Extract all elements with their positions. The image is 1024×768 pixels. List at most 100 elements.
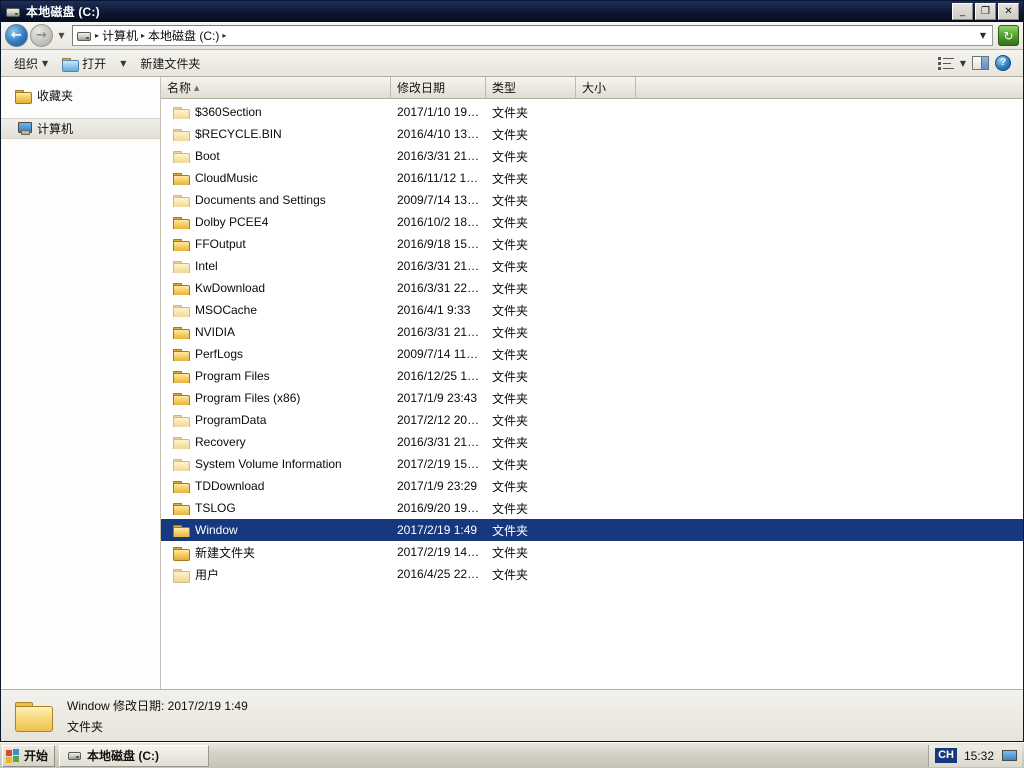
monitor-icon[interactable]	[1001, 750, 1016, 762]
file-type-cell: 文件夹	[486, 280, 576, 297]
file-name-label: PerfLogs	[195, 347, 243, 361]
minimize-button[interactable]: _	[952, 3, 973, 20]
chevron-right-icon[interactable]: ▸	[222, 31, 226, 40]
file-type-cell: 文件夹	[486, 412, 576, 429]
file-type-cell: 文件夹	[486, 544, 576, 561]
file-date-cell: 2016/12/25 1…	[391, 369, 486, 383]
file-name-cell: Window	[161, 523, 391, 537]
file-list[interactable]: $360Section2017/1/10 19…文件夹$RECYCLE.BIN2…	[161, 99, 1023, 689]
table-row[interactable]: KwDownload2016/3/31 22…文件夹	[161, 277, 1023, 299]
column-header-name[interactable]: 名称 ▲	[161, 77, 391, 98]
table-row[interactable]: CloudMusic2016/11/12 1…文件夹	[161, 167, 1023, 189]
table-row[interactable]: NVIDIA2016/3/31 21…文件夹	[161, 321, 1023, 343]
file-date-cell: 2016/4/1 9:33	[391, 303, 486, 317]
back-button[interactable]: ←	[5, 24, 28, 47]
file-name-cell: Program Files	[161, 369, 391, 383]
close-button[interactable]: ✕	[998, 3, 1019, 20]
drive-icon	[76, 28, 92, 44]
table-row[interactable]: Boot2016/3/31 21…文件夹	[161, 145, 1023, 167]
file-type-cell: 文件夹	[486, 236, 576, 253]
open-button[interactable]: 打开	[55, 53, 113, 74]
new-folder-button[interactable]: 新建文件夹	[133, 53, 207, 74]
file-date-cell: 2016/4/10 13…	[391, 127, 486, 141]
folder-icon	[173, 304, 189, 317]
organize-button[interactable]: 组织 ▼	[7, 53, 55, 74]
file-name-label: CloudMusic	[195, 171, 258, 185]
table-row[interactable]: ProgramData2017/2/12 20…文件夹	[161, 409, 1023, 431]
file-name-cell: TSLOG	[161, 501, 391, 515]
history-dropdown-icon[interactable]: ▼	[55, 31, 68, 40]
file-name-cell: Documents and Settings	[161, 193, 391, 207]
explorer-window: 本地磁盘 (C:) _ ❐ ✕ ← → ▼ ▸ 计算机 ▸ 本地磁盘 (C:) …	[0, 0, 1024, 742]
preview-pane-icon[interactable]	[972, 56, 989, 70]
chevron-right-icon[interactable]: ▸	[141, 31, 145, 40]
file-name-cell: Recovery	[161, 435, 391, 449]
file-date-cell: 2016/10/2 18…	[391, 215, 486, 229]
taskbar-item-label: 本地磁盘 (C:)	[87, 747, 159, 764]
details-secondary: 文件夹	[67, 718, 248, 735]
table-row[interactable]: $360Section2017/1/10 19…文件夹	[161, 101, 1023, 123]
sidebar-item-favorites[interactable]: 收藏夹	[1, 85, 160, 106]
clock[interactable]: 15:32	[964, 749, 994, 763]
column-header-type[interactable]: 类型	[486, 77, 576, 98]
taskbar-item-explorer[interactable]: 本地磁盘 (C:)	[59, 745, 209, 767]
file-name-label: Window	[195, 523, 238, 537]
folder-icon	[173, 458, 189, 471]
file-name-cell: TDDownload	[161, 479, 391, 493]
details-primary: Window 修改日期: 2017/2/19 1:49	[67, 697, 248, 714]
table-row[interactable]: PerfLogs2009/7/14 11…文件夹	[161, 343, 1023, 365]
start-button[interactable]: 开始	[2, 745, 55, 767]
table-row[interactable]: Intel2016/3/31 21…文件夹	[161, 255, 1023, 277]
file-name-label: $360Section	[195, 105, 262, 119]
table-row[interactable]: MSOCache2016/4/1 9:33文件夹	[161, 299, 1023, 321]
table-row[interactable]: Window2017/2/19 1:49文件夹	[161, 519, 1023, 541]
help-icon[interactable]: ?	[995, 55, 1011, 71]
refresh-button[interactable]: ↻	[998, 25, 1019, 46]
sidebar-item-computer[interactable]: 计算机	[1, 118, 160, 139]
column-header-name-label: 名称	[167, 79, 191, 96]
table-row[interactable]: Recovery2016/3/31 21…文件夹	[161, 431, 1023, 453]
table-row[interactable]: Program Files (x86)2017/1/9 23:43文件夹	[161, 387, 1023, 409]
file-name-label: Program Files (x86)	[195, 391, 300, 405]
file-date-cell: 2017/2/19 14…	[391, 545, 486, 559]
open-dropdown[interactable]: ▼	[113, 53, 133, 74]
view-options-icon[interactable]	[938, 56, 954, 70]
table-row[interactable]: Documents and Settings2009/7/14 13…文件夹	[161, 189, 1023, 211]
file-name-cell: PerfLogs	[161, 347, 391, 361]
table-row[interactable]: 新建文件夹2017/2/19 14…文件夹	[161, 541, 1023, 563]
sort-ascending-icon: ▲	[194, 84, 199, 92]
column-header-size[interactable]: 大小	[576, 77, 636, 98]
table-row[interactable]: Dolby PCEE42016/10/2 18…文件夹	[161, 211, 1023, 233]
ime-indicator[interactable]: CH	[935, 748, 957, 762]
maximize-button[interactable]: ❐	[975, 3, 996, 20]
folder-icon	[173, 414, 189, 427]
table-row[interactable]: TSLOG2016/9/20 19…文件夹	[161, 497, 1023, 519]
column-header-date[interactable]: 修改日期	[391, 77, 486, 98]
table-row[interactable]: Program Files2016/12/25 1…文件夹	[161, 365, 1023, 387]
file-name-label: Recovery	[195, 435, 246, 449]
file-date-cell: 2017/2/19 1:49	[391, 523, 486, 537]
new-folder-label: 新建文件夹	[140, 55, 200, 72]
breadcrumb[interactable]: ▸ 计算机 ▸ 本地磁盘 (C:) ▸ ▼	[72, 25, 993, 46]
start-button-label: 开始	[24, 747, 48, 764]
address-dropdown-icon[interactable]: ▼	[980, 31, 989, 40]
computer-icon	[15, 122, 31, 135]
file-type-cell: 文件夹	[486, 214, 576, 231]
file-date-cell: 2017/1/9 23:43	[391, 391, 486, 405]
table-row[interactable]: System Volume Information2017/2/19 15…文件…	[161, 453, 1023, 475]
folder-icon	[173, 150, 189, 163]
table-row[interactable]: FFOutput2016/9/18 15…文件夹	[161, 233, 1023, 255]
table-row[interactable]: TDDownload2017/1/9 23:29文件夹	[161, 475, 1023, 497]
file-date-cell: 2017/2/12 20…	[391, 413, 486, 427]
file-type-cell: 文件夹	[486, 302, 576, 319]
table-row[interactable]: 用户2016/4/25 22…文件夹	[161, 563, 1023, 585]
file-name-cell: System Volume Information	[161, 457, 391, 471]
file-type-cell: 文件夹	[486, 346, 576, 363]
file-name-cell: FFOutput	[161, 237, 391, 251]
forward-button[interactable]: →	[30, 24, 53, 47]
table-row[interactable]: $RECYCLE.BIN2016/4/10 13…文件夹	[161, 123, 1023, 145]
view-dropdown-icon[interactable]: ▼	[960, 59, 966, 68]
file-name-cell: 新建文件夹	[161, 544, 391, 561]
breadcrumb-item-drive[interactable]: 本地磁盘 (C:)	[148, 27, 219, 44]
breadcrumb-item-computer[interactable]: 计算机	[102, 27, 138, 44]
